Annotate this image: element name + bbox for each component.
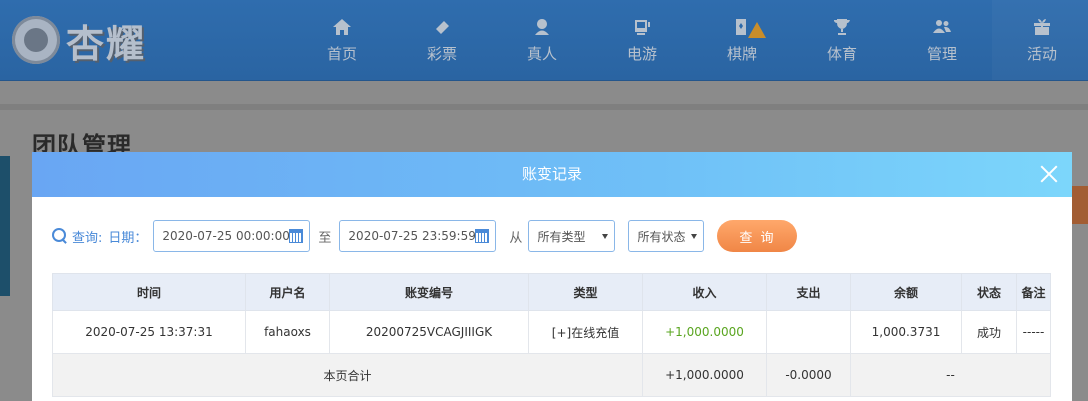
start-date-value: 2020-07-25 00:00:00 [162, 229, 290, 243]
hot-badge-icon [748, 22, 766, 38]
status-select[interactable]: 所有状态 [628, 220, 705, 252]
table-row: 2020-07-25 13:37:31 fahaoxs 20200725VCAG… [52, 310, 1051, 354]
nav-item-lottery[interactable]: 彩票 [392, 0, 492, 80]
cell-expense [766, 310, 851, 354]
calendar-icon[interactable] [289, 229, 304, 243]
slot-machine-icon [631, 17, 653, 37]
nav-label: 首页 [326, 44, 357, 63]
chevron-down-icon [602, 234, 609, 239]
column-header: 账变编号 [329, 273, 529, 311]
main-nav: 首页 彩票 真人 电游 棋牌 体育 管理 活动 [292, 0, 1088, 80]
column-header: 时间 [52, 273, 246, 311]
column-header: 类型 [528, 273, 643, 311]
home-icon [331, 17, 353, 37]
column-header: 用户名 [245, 273, 330, 311]
filter-bar: 查询: 日期： 2020-07-25 00:00:00 至 2020-07-25… [52, 220, 798, 252]
site-logo[interactable]: 杏耀 [12, 10, 146, 70]
total-income: +1,000.0000 [642, 353, 767, 397]
top-navigation-bar: 杏耀 首页 彩票 真人 电游 棋牌 体育 管理 活动 [0, 0, 1088, 81]
column-header: 支出 [766, 273, 851, 311]
cell-type: [+]在线充值 [528, 310, 643, 354]
nav-item-slots[interactable]: 电游 [592, 0, 692, 80]
column-header: 状态 [961, 273, 1017, 311]
account-changes-modal: 账变记录 查询: 日期： 2020-07-25 00:00:00 至 2020-… [32, 152, 1072, 401]
total-balance: -- [850, 353, 1051, 397]
table-total-row: 本页合计 +1,000.0000 -0.0000 -- [52, 353, 1051, 397]
cell-income: +1,000.0000 [642, 310, 767, 354]
cell-transaction-id: 20200725VCAGJIIIGK [329, 310, 529, 354]
records-table: 时间 用户名 账变编号 类型 收入 支出 余额 状态 备注 2020-07-25… [52, 273, 1051, 397]
nav-item-management[interactable]: 管理 [892, 0, 992, 80]
nav-item-live-dealer[interactable]: 真人 [492, 0, 592, 80]
nav-item-promotions[interactable]: 活动 [992, 0, 1088, 80]
logo-text: 杏耀 [66, 21, 147, 66]
nav-label: 真人 [526, 44, 557, 63]
end-date-value: 2020-07-25 23:59:59 [348, 229, 476, 243]
sidebar-edge [0, 156, 10, 296]
trophy-icon [831, 17, 853, 37]
calendar-icon[interactable] [475, 229, 490, 243]
modal-title: 账变记录 [521, 165, 582, 183]
column-header: 备注 [1016, 273, 1051, 311]
nav-item-card-games[interactable]: 棋牌 [692, 0, 792, 80]
live-dealer-icon [531, 17, 553, 37]
users-icon [931, 17, 953, 37]
chevron-down-icon [691, 234, 698, 239]
from-label: 从 [509, 230, 523, 246]
nav-label: 电游 [626, 44, 657, 63]
start-date-input[interactable]: 2020-07-25 00:00:00 [153, 220, 311, 252]
nav-label: 活动 [1026, 44, 1057, 63]
total-expense: -0.0000 [766, 353, 851, 397]
type-select[interactable]: 所有类型 [528, 220, 616, 252]
gift-icon [1031, 17, 1053, 37]
modal-header: 账变记录 [32, 152, 1072, 197]
date-label: 日期： [108, 230, 148, 246]
search-icon [52, 228, 68, 244]
query-button[interactable]: 查 询 [717, 220, 798, 252]
status-select-value: 所有状态 [637, 229, 686, 244]
nav-item-sports[interactable]: 体育 [792, 0, 892, 80]
sub-header-strip [0, 104, 1088, 110]
cell-balance: 1,000.3731 [850, 310, 962, 354]
column-header: 收入 [642, 273, 767, 311]
column-header: 余额 [850, 273, 962, 311]
cell-status: 成功 [961, 310, 1017, 354]
query-label: 查询: [72, 230, 103, 246]
nav-label: 管理 [926, 44, 957, 63]
nav-label: 体育 [826, 44, 857, 63]
type-select-value: 所有类型 [537, 229, 586, 244]
cell-username: fahaoxs [245, 310, 330, 354]
to-label: 至 [318, 230, 332, 246]
total-label: 本页合计 [52, 353, 643, 397]
nav-label: 棋牌 [726, 44, 757, 63]
lottery-icon [431, 17, 453, 37]
close-icon[interactable] [1038, 163, 1060, 185]
nav-label: 彩票 [426, 44, 457, 63]
nav-item-home[interactable]: 首页 [292, 0, 392, 80]
table-header-row: 时间 用户名 账变编号 类型 收入 支出 余额 状态 备注 [52, 273, 1051, 311]
cell-time: 2020-07-25 13:37:31 [52, 310, 246, 354]
cell-note: ----- [1016, 310, 1051, 354]
logo-emblem-icon [12, 16, 60, 64]
end-date-input[interactable]: 2020-07-25 23:59:59 [339, 220, 497, 252]
